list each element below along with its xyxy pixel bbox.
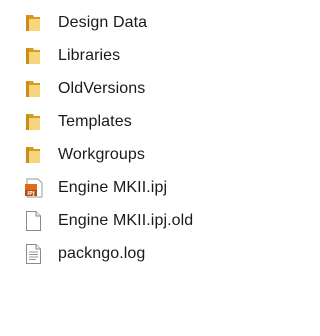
ipj-badge-text: IPJ <box>27 191 35 197</box>
text-file-icon <box>24 243 42 265</box>
file-item-design-data[interactable]: Design Data <box>0 8 262 38</box>
file-item-templates[interactable]: Templates <box>0 107 262 137</box>
file-item-engine-mkii-ipj-old[interactable]: Engine MKII.ipj.old <box>0 206 262 236</box>
folder-icon <box>24 12 42 34</box>
file-item-packngo-log[interactable]: packngo.log <box>0 239 262 269</box>
file-name: Workgroups <box>58 146 145 163</box>
file-name: Design Data <box>58 14 148 31</box>
file-name: Engine MKII.ipj.old <box>58 212 194 229</box>
file-name: OldVersions <box>58 80 146 97</box>
folder-icon <box>24 78 42 100</box>
file-name: Libraries <box>58 47 121 64</box>
folder-icon <box>24 45 42 67</box>
file-name: packngo.log <box>58 245 146 262</box>
file-name: Engine MKII.ipj <box>58 179 168 196</box>
folder-icon <box>24 111 42 133</box>
file-item-libraries[interactable]: Libraries <box>0 41 262 71</box>
file-item-workgroups[interactable]: Workgroups <box>0 140 262 170</box>
blank-file-icon <box>24 210 42 232</box>
ipj-project-file-icon: IPJ <box>24 177 43 199</box>
file-item-oldversions[interactable]: OldVersions <box>0 74 262 104</box>
file-name: Templates <box>58 113 132 130</box>
file-item-engine-mkii-ipj[interactable]: IPJ Engine MKII.ipj <box>0 173 262 203</box>
folder-icon <box>24 144 42 166</box>
